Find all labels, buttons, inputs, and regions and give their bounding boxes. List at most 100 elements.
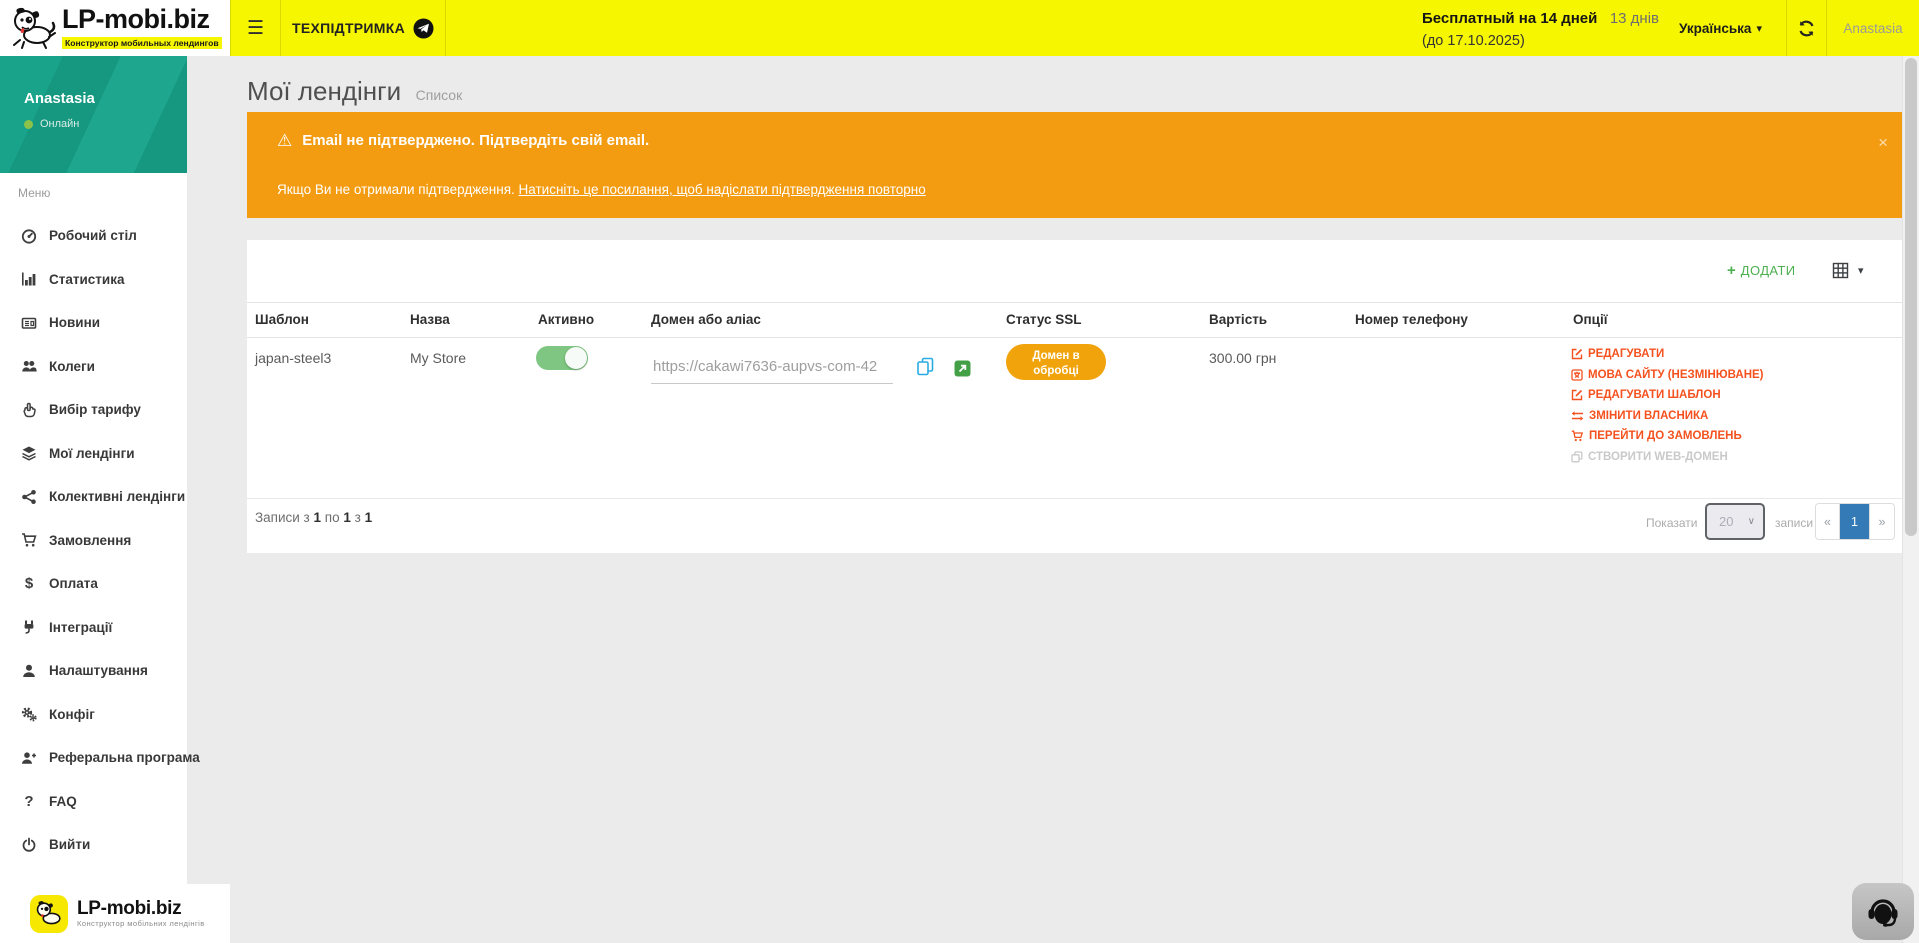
cart-icon [17, 532, 41, 548]
scrollbar-thumb[interactable] [1905, 58, 1917, 536]
page-scrollbar [1902, 56, 1919, 943]
headset-icon [1864, 894, 1902, 930]
plus-icon: + [1727, 262, 1736, 279]
layers-icon [17, 445, 41, 461]
copy-icon[interactable] [915, 356, 936, 377]
language-selector[interactable]: Українська ▾ [1655, 0, 1786, 56]
users-icon [17, 358, 41, 374]
row-landing-name: My Store [410, 350, 466, 366]
online-status-dot [24, 120, 33, 129]
sidebar-item-dashboard[interactable]: Робочий стіл [0, 214, 187, 258]
language-label: Українська [1679, 21, 1751, 36]
option-edit[interactable]: РЕДАГУВАТИ [1571, 348, 1764, 360]
edit-icon [1571, 348, 1583, 360]
show-label: Показати [1646, 516, 1697, 530]
support-label: ТЕХПІДТРИМКА [292, 20, 405, 36]
option-site-language[interactable]: МОВА САЙТУ (НЕЗМІНЮВАНЕ) [1571, 369, 1764, 381]
refresh-icon [1797, 19, 1816, 38]
page-header: Мої лендінги Список [247, 76, 462, 107]
top-header: LP-mobi.biz Конструктор мобильных лендин… [0, 0, 1919, 56]
sidebar-item-referral[interactable]: Реферальна програма [0, 736, 187, 780]
option-go-to-orders[interactable]: ПЕРЕЙТИ ДО ЗАМОВЛЕНЬ [1571, 430, 1764, 442]
dashboard-icon [17, 228, 41, 244]
sidebar-user-status: Онлайн [24, 118, 79, 130]
user-menu[interactable]: Anastasia [1827, 0, 1919, 56]
banner-text-row: Якщо Ви не отримали підтвердження. Натис… [277, 182, 926, 197]
warning-icon: ⚠ [277, 132, 292, 149]
records-info: Записи з 1 по 1 з 1 [255, 510, 372, 525]
trial-title: Бесплатный на 14 дней [1422, 10, 1597, 27]
sidebar: Anastasia Онлайн Меню Робочий стіл Стати… [0, 56, 187, 943]
sidebar-item-statistics[interactable]: Статистика [0, 258, 187, 302]
support-chat-button[interactable] [1852, 883, 1914, 940]
page-size-value: 20 [1719, 514, 1733, 529]
email-warning-banner: ⚠ Email не підтверджено. Підтвердіть сві… [247, 112, 1902, 218]
pagination-prev-button[interactable]: « [1816, 504, 1840, 539]
table-footer-divider [247, 498, 1902, 499]
sidebar-item-collective-landings[interactable]: Колективні лендінги [0, 475, 187, 519]
banner-text: Якщо Ви не отримали підтвердження. [277, 182, 519, 197]
column-options: Опції [1573, 312, 1608, 327]
support-button[interactable]: ТЕХПІДТРИМКА [281, 0, 446, 56]
username: Anastasia [1843, 21, 1902, 36]
footer-logo-texts: LP-mobi.biz Конструктор мобільних лендін… [77, 899, 205, 929]
sidebar-menu: Робочий стіл Статистика Новини Колеги [0, 214, 187, 867]
domain-field-wrap [651, 342, 893, 384]
column-cost: Вартість [1209, 312, 1267, 327]
sidebar-user-panel: Anastasia Онлайн [0, 56, 187, 173]
sidebar-item-tariff[interactable]: Вибір тарифу [0, 388, 187, 432]
column-template: Шаблон [255, 312, 309, 327]
hamburger-icon: ☰ [247, 17, 264, 40]
exchange-icon [1571, 410, 1584, 422]
sidebar-item-payment[interactable]: $ Оплата [0, 562, 187, 606]
sidebar-item-faq[interactable]: ? FAQ [0, 780, 187, 824]
trial-info: Бесплатный на 14 дней 13 днів (до 17.10.… [1422, 8, 1659, 52]
grid-icon [1832, 262, 1849, 279]
telegram-icon [413, 18, 434, 39]
trial-until-date: (до 17.10.2025) [1422, 30, 1659, 52]
sidebar-item-settings[interactable]: Налаштування [0, 649, 187, 693]
pagination: « 1 » [1815, 503, 1895, 540]
resend-confirmation-link[interactable]: Натисніть це посилання, щоб надіслати пі… [519, 182, 926, 197]
pagination-next-button[interactable]: » [1870, 504, 1894, 539]
chevron-down-icon: ∨ [1748, 516, 1755, 527]
banner-title-row: ⚠ Email не підтверджено. Підтвердіть сві… [277, 132, 649, 149]
ssl-status-badge: Домен в обробці [1006, 344, 1106, 380]
chevron-down-icon: ▾ [1756, 22, 1762, 35]
pagination-page-1[interactable]: 1 [1840, 504, 1870, 539]
open-link-icon[interactable] [954, 360, 971, 377]
column-name: Назва [410, 312, 450, 327]
sidebar-item-colleagues[interactable]: Колеги [0, 345, 187, 389]
page-subtitle: Список [416, 87, 463, 103]
share-icon [17, 489, 41, 505]
landings-panel: + ДОДАТИ ▾ Шаблон Назва Активно Домен аб… [247, 240, 1902, 553]
close-icon[interactable]: × [1878, 134, 1888, 151]
gears-icon [17, 706, 41, 722]
option-edit-template[interactable]: РЕДАГУВАТИ ШАБЛОН [1571, 389, 1764, 401]
logo-texts: LP-mobi.biz Конструктор мобильных лендин… [62, 6, 222, 51]
menu-section-label: Меню [18, 186, 50, 200]
trial-line1: Бесплатный на 14 дней 13 днів [1422, 8, 1659, 30]
sidebar-item-config[interactable]: Конфіг [0, 693, 187, 737]
sidebar-footer-logo[interactable]: LP-mobi.biz Конструктор мобільних лендін… [0, 884, 230, 943]
row-template-name: japan-steel3 [255, 350, 331, 366]
refresh-button[interactable] [1787, 0, 1826, 56]
domain-input[interactable] [651, 342, 893, 384]
table-view-selector[interactable]: ▾ [1832, 262, 1864, 279]
toggle-knob [565, 347, 587, 369]
active-toggle[interactable] [536, 346, 588, 370]
page-size-select[interactable]: 20 ∨ [1705, 503, 1765, 540]
sidebar-item-integrations[interactable]: Інтеграції [0, 606, 187, 650]
add-landing-button[interactable]: + ДОДАТИ [1727, 262, 1796, 279]
option-change-owner[interactable]: ЗМІНИТИ ВЛАСНИКА [1571, 410, 1764, 422]
sidebar-item-logout[interactable]: Вийти [0, 823, 187, 867]
header-logo[interactable]: LP-mobi.biz Конструктор мобильных лендин… [0, 0, 230, 56]
sidebar-item-my-landings[interactable]: Мої лендінги [0, 432, 187, 476]
dog-logo-icon [10, 6, 56, 50]
sidebar-item-news[interactable]: Новини [0, 301, 187, 345]
hamburger-menu-button[interactable]: ☰ [230, 0, 281, 56]
sidebar-item-orders[interactable]: Замовлення [0, 519, 187, 563]
app-root: LP-mobi.biz Конструктор мобильных лендин… [0, 0, 1919, 943]
option-create-web-domain: СТВОРИТИ WEB-ДОМЕН [1571, 451, 1764, 463]
column-ssl-status: Статус SSL [1006, 312, 1082, 327]
